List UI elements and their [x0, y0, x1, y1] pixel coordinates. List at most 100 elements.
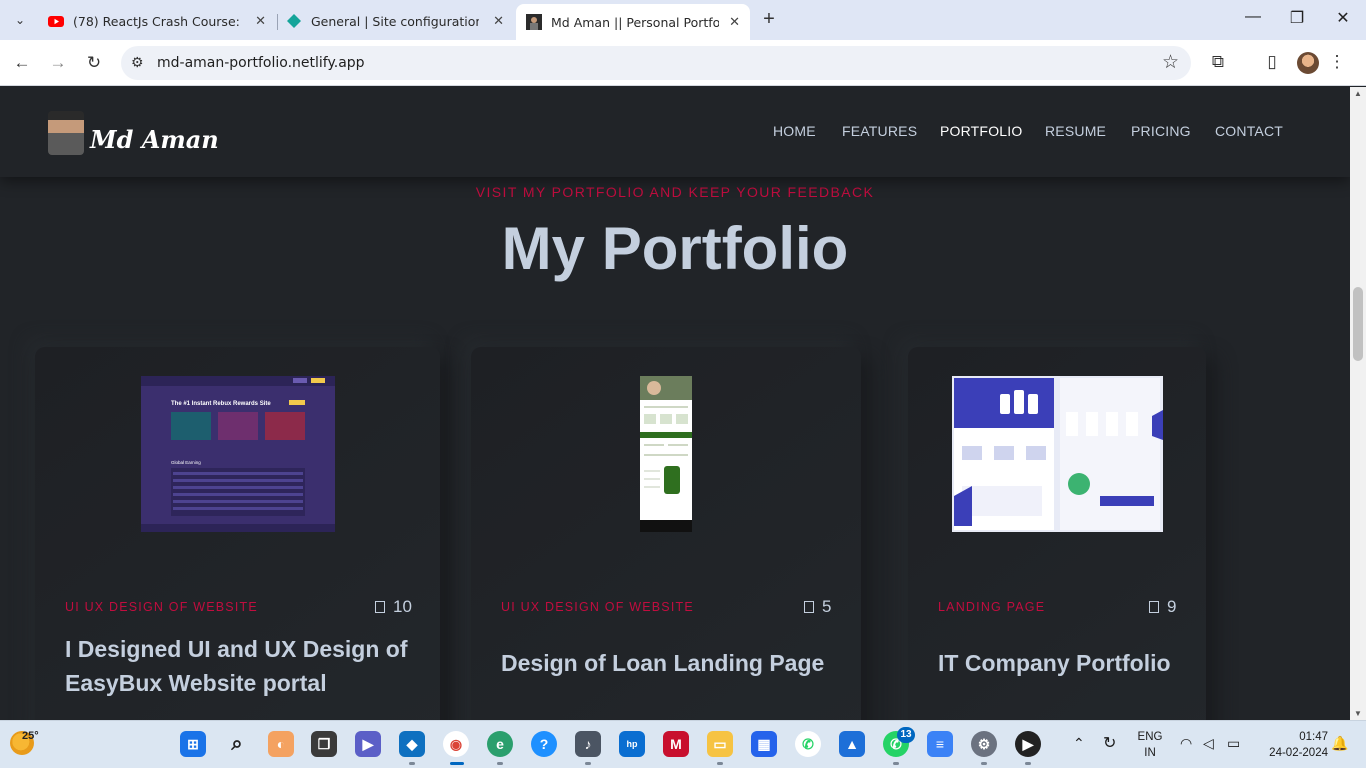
- menu-kebab-icon[interactable]: ⋮: [1326, 52, 1348, 72]
- tab-youtube[interactable]: (78) ReactJs Crash Course: Mast ✕: [38, 6, 276, 36]
- myhp-icon[interactable]: hp: [619, 731, 645, 757]
- card-likes[interactable]: 10: [375, 597, 412, 617]
- forward-arrow-icon[interactable]: →: [47, 52, 69, 74]
- bookmark-star-icon[interactable]: ☆: [1162, 51, 1179, 74]
- nav-portfolio[interactable]: PORTFOLIO: [940, 123, 1022, 139]
- scroll-thumb[interactable]: [1353, 287, 1363, 361]
- settings-gear-icon[interactable]: ⚙: [971, 731, 997, 757]
- nav-home[interactable]: HOME: [773, 123, 816, 139]
- running-app-indicator: [717, 762, 723, 765]
- heart-icon: [1149, 601, 1159, 613]
- back-arrow-icon[interactable]: ←: [11, 52, 33, 74]
- card-likes[interactable]: 9: [1149, 597, 1176, 617]
- scroll-up-arrow-icon[interactable]: ▲: [1350, 89, 1366, 98]
- hidden-icons-chevron-icon[interactable]: ⌃: [1073, 735, 1085, 752]
- easybux-thumbnail[interactable]: The #1 Instant Rebux Rewards Site Global…: [141, 376, 335, 532]
- help-icon[interactable]: ?: [531, 731, 557, 757]
- clock-date[interactable]: 24-02-2024: [1256, 747, 1328, 759]
- clock-time[interactable]: 01:47: [1256, 731, 1328, 743]
- url-text[interactable]: md-aman-portfolio.netlify.app: [157, 55, 365, 71]
- sync-icon[interactable]: ↻: [1103, 733, 1116, 753]
- scroll-down-arrow-icon[interactable]: ▼: [1350, 709, 1366, 718]
- side-panel-icon[interactable]: ▯: [1261, 52, 1283, 72]
- media-play-icon[interactable]: ▶: [1015, 731, 1041, 757]
- easybux-thumb-section: Global Earning: [171, 460, 201, 465]
- logo-text[interactable]: Md Aman: [90, 125, 219, 154]
- nav-pricing[interactable]: PRICING: [1131, 123, 1191, 139]
- card-title[interactable]: Design of Loan Landing Page: [501, 646, 841, 680]
- minimize-icon[interactable]: —: [1241, 8, 1265, 26]
- tab-portfolio-active[interactable]: Md Aman || Personal Portfolio ✕: [516, 4, 750, 40]
- search-icon[interactable]: ⌕: [224, 731, 250, 757]
- running-app-indicator: [893, 762, 899, 765]
- vscode-icon[interactable]: ◆: [399, 731, 425, 757]
- profile-avatar[interactable]: [1297, 52, 1319, 74]
- chrome-icon[interactable]: ◉: [443, 731, 469, 757]
- likes-count: 5: [822, 597, 832, 616]
- card-likes[interactable]: 5: [804, 597, 831, 617]
- running-app-indicator: [981, 762, 987, 765]
- tab-search-chevron-icon[interactable]: ⌄: [8, 8, 32, 32]
- nav-features[interactable]: FEATURES: [842, 123, 917, 139]
- card-category: LANDING PAGE: [938, 600, 1046, 614]
- region-indicator[interactable]: IN: [1136, 747, 1164, 759]
- new-tab-button[interactable]: +: [758, 8, 780, 30]
- loan-landing-thumbnail[interactable]: [640, 376, 692, 532]
- volume-icon[interactable]: ◁: [1203, 735, 1214, 752]
- task-view-icon[interactable]: ❐: [311, 731, 337, 757]
- running-app-indicator: [585, 762, 591, 765]
- running-app-indicator: [1025, 762, 1031, 765]
- language-indicator[interactable]: ENG: [1136, 731, 1164, 743]
- web-page: Md Aman HOME FEATURES PORTFOLIO RESUME P…: [0, 87, 1350, 720]
- start-windows-icon[interactable]: ⊞: [180, 731, 206, 757]
- card-title[interactable]: I Designed UI and UX Design of EasyBux W…: [65, 632, 425, 700]
- whatsapp-icon[interactable]: ✆: [795, 731, 821, 757]
- media-player-icon[interactable]: ♪: [575, 731, 601, 757]
- notification-bell-icon[interactable]: 🔔: [1331, 735, 1348, 752]
- windows-taskbar: 25° ⊞ ⌕ ◐ ❐ ▶ ◆ ◉ e ? ♪ hp M ▭ ▦ ✆ ▲ ✆ 1…: [0, 720, 1366, 768]
- tab-close-icon[interactable]: ✕: [493, 14, 504, 29]
- page-scrollbar[interactable]: ▲ ▼: [1350, 87, 1366, 720]
- browser-tab-strip: ⌄ (78) ReactJs Crash Course: Mast ✕ Gene…: [0, 0, 1366, 40]
- logo-avatar[interactable]: [48, 111, 84, 155]
- copilot-icon[interactable]: ◐: [268, 731, 294, 757]
- wifi-icon[interactable]: ◠: [1180, 735, 1192, 752]
- browser-toolbar: ← → ↻ ⚙ md-aman-portfolio.netlify.app ☆ …: [0, 40, 1366, 86]
- edge-icon[interactable]: e: [487, 731, 513, 757]
- site-header: Md Aman HOME FEATURES PORTFOLIO RESUME P…: [0, 87, 1350, 177]
- mcafee-icon[interactable]: M: [663, 731, 689, 757]
- teams-chat-icon[interactable]: ▶: [355, 731, 381, 757]
- tab-title: General | Site configuration | m: [311, 13, 479, 29]
- tab-title: Md Aman || Personal Portfolio: [551, 14, 719, 30]
- active-app-indicator: [450, 762, 464, 765]
- netlify-icon: [287, 14, 301, 28]
- reload-icon[interactable]: ↻: [83, 52, 105, 74]
- portfolio-card[interactable]: The #1 Instant Rebux Rewards Site Global…: [35, 347, 440, 720]
- tab-close-icon[interactable]: ✕: [729, 15, 740, 30]
- address-bar[interactable]: ⚙ md-aman-portfolio.netlify.app ☆: [121, 46, 1191, 80]
- weather-temperature: 25°: [22, 730, 39, 742]
- battery-icon[interactable]: ▭: [1227, 735, 1240, 752]
- file-explorer-icon[interactable]: ▭: [707, 731, 733, 757]
- card-category: UI UX DESIGN OF WEBSITE: [65, 600, 258, 614]
- site-settings-icon[interactable]: ⚙: [131, 54, 144, 71]
- heart-icon: [804, 601, 814, 613]
- photos-icon[interactable]: ▲: [839, 731, 865, 757]
- tab-netlify[interactable]: General | Site configuration | m ✕: [276, 6, 514, 36]
- likes-count: 10: [393, 597, 412, 616]
- nav-resume[interactable]: RESUME: [1045, 123, 1106, 139]
- nav-contact[interactable]: CONTACT: [1215, 123, 1283, 139]
- notepad-icon[interactable]: ≡: [927, 731, 953, 757]
- restore-icon[interactable]: ❐: [1285, 8, 1309, 28]
- card-title[interactable]: IT Company Portfolio: [938, 646, 1198, 680]
- portfolio-card[interactable]: UI UX DESIGN OF WEBSITE 5 Design of Loan…: [471, 347, 861, 720]
- tab-close-icon[interactable]: ✕: [255, 14, 266, 29]
- likes-count: 9: [1167, 597, 1177, 616]
- store-icon[interactable]: ▦: [751, 731, 777, 757]
- close-window-icon[interactable]: ✕: [1331, 8, 1355, 28]
- extensions-icon[interactable]: ⧉: [1207, 52, 1229, 72]
- it-company-thumbnail[interactable]: [952, 376, 1163, 532]
- notification-badge: 13: [897, 727, 915, 743]
- running-app-indicator: [497, 762, 503, 765]
- portfolio-card[interactable]: LANDING PAGE 9 IT Company Portfolio: [908, 347, 1206, 720]
